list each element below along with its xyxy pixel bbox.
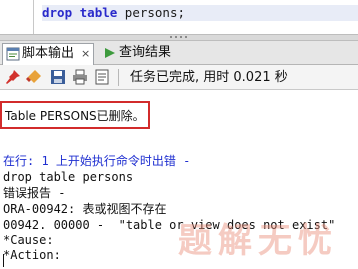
result-message: Table PERSONS已删除。 (5, 109, 145, 123)
toolbar-separator (118, 69, 119, 86)
close-icon[interactable]: × (81, 44, 90, 64)
tab-script-output-label: 脚本输出 (22, 46, 75, 61)
save-icon[interactable] (50, 69, 66, 85)
text-cursor (3, 254, 4, 267)
sql-keyword-table: table (79, 5, 118, 20)
output-line: *Action: (3, 248, 61, 262)
sql-keyword-drop: drop (42, 5, 73, 20)
editor-gutter-divider (33, 0, 34, 34)
eraser-icon[interactable] (26, 69, 42, 85)
tab-query-result[interactable]: 查询结果 (100, 43, 200, 65)
sql-identifier: persons; (117, 5, 186, 20)
output-tab-bar: 脚本输出 × 查询结果 (0, 41, 358, 65)
open-file-icon[interactable] (94, 69, 110, 85)
sql-editor[interactable]: drop table persons; (0, 0, 358, 34)
output-line: *Cause: (3, 233, 54, 247)
tab-query-result-label: 查询结果 (119, 45, 172, 60)
panel-splitter[interactable] (0, 34, 358, 41)
output-line: ORA-00942: 表或视图不存在 (3, 202, 167, 216)
print-icon[interactable] (72, 69, 88, 85)
output-line: drop table persons (3, 170, 134, 184)
script-output-icon (6, 47, 20, 61)
splitter-grip[interactable] (170, 36, 188, 39)
tab-script-output[interactable]: 脚本输出 × (2, 43, 94, 65)
watermark: 题解无忧 (178, 221, 338, 261)
editor-current-line[interactable]: drop table persons; (42, 5, 358, 21)
query-result-icon (105, 48, 115, 58)
output-toolbar: 任务已完成, 用时 0.021 秒 (0, 65, 358, 90)
highlighted-result: Table PERSONS已删除。 (0, 101, 150, 129)
task-status-text: 任务已完成, 用时 0.021 秒 (130, 70, 288, 85)
pin-icon[interactable] (5, 69, 21, 85)
error-line-header: 在行: 1 上开始执行命令时出错 - (3, 154, 191, 168)
output-line: 错误报告 - (3, 186, 66, 200)
